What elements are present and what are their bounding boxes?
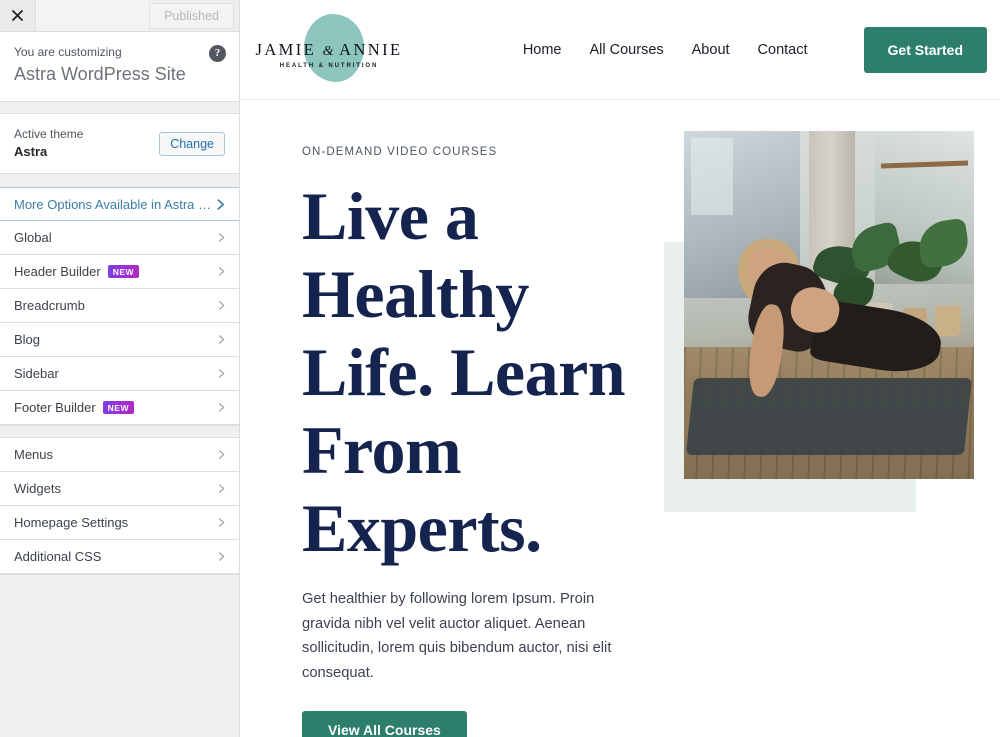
sidebar-item-label: Menus [14, 447, 54, 462]
sidebar-item-label: Breadcrumb [14, 298, 85, 313]
panel-group-wordpress: Menus Widgets Homepage Settings Addition… [0, 438, 239, 574]
sidebar-item-widgets[interactable]: Widgets [0, 472, 239, 506]
panel-group-separator [0, 425, 239, 438]
chevron-right-icon [216, 551, 227, 562]
chevron-right-icon [216, 368, 227, 379]
logo-ampersand: & [322, 43, 334, 59]
sidebar-item-label: Additional CSS [14, 549, 102, 564]
chevron-right-icon [216, 300, 227, 311]
sidebar-item-global[interactable]: Global [0, 221, 239, 255]
chevron-right-icon [214, 198, 227, 211]
logo-text: JAMIE & ANNIE HEALTH & NUTRITION [254, 40, 404, 69]
sidebar-item-label: Blog [14, 332, 41, 347]
customizer-header: You are customizing Astra WordPress Site… [0, 32, 239, 102]
sidebar-item-breadcrumb[interactable]: Breadcrumb [0, 289, 239, 323]
site-header: JAMIE & ANNIE HEALTH & NUTRITION Home Al… [240, 0, 1000, 100]
sidebar-item-label: Footer Builder [14, 399, 96, 415]
astra-pro-label: More Options Available in Astra Pro! [14, 196, 214, 212]
sidebar-item-label: Homepage Settings [14, 515, 129, 530]
sidebar-item-label: Header Builder [14, 263, 101, 279]
chevron-right-icon [216, 266, 227, 277]
chevron-right-icon [216, 449, 227, 460]
site-title: Astra WordPress Site [14, 64, 186, 84]
chevron-right-icon [216, 232, 227, 243]
customizer-topbar: Published [0, 0, 239, 32]
nav-item-contact[interactable]: Contact [758, 42, 808, 58]
hero-heading: Live a Healthy Life. Learn From Experts. [302, 178, 626, 566]
hero-media [664, 131, 984, 737]
topbar-spacer [36, 0, 150, 31]
sidebar-item-label: Global [14, 230, 52, 245]
close-icon[interactable] [0, 0, 36, 31]
nav-item-about[interactable]: About [692, 42, 730, 58]
chevron-right-icon [216, 517, 227, 528]
new-badge: NEW [102, 401, 134, 415]
logo-name: JAMIE & ANNIE [254, 40, 404, 60]
sidebar-item-additional-css[interactable]: Additional CSS [0, 540, 239, 574]
help-icon[interactable]: ? [209, 45, 226, 62]
active-theme-panel: Active theme Astra Change [0, 114, 239, 174]
logo-name-left: JAMIE [255, 39, 317, 59]
sidebar-item-label: Widgets [14, 481, 61, 496]
sidebar-item-sidebar[interactable]: Sidebar [0, 357, 239, 391]
new-badge: NEW [107, 265, 140, 279]
publish-button[interactable]: Published [149, 2, 234, 29]
get-started-button[interactable]: Get Started [863, 26, 987, 73]
logo-name-right: ANNIE [339, 39, 403, 59]
view-all-courses-button[interactable]: View All Courses [302, 711, 467, 737]
panel-group-theme: Global Header Builder NEW Breadcrumb Blog… [0, 221, 239, 425]
main-navigation: Home All Courses About Contact Get Start… [523, 26, 987, 73]
person-figure [725, 235, 945, 437]
nav-item-home[interactable]: Home [523, 42, 562, 58]
sidebar-item-label: Sidebar [14, 366, 59, 381]
sidebar-item-menus[interactable]: Menus [0, 438, 239, 472]
active-theme-name: Astra [14, 144, 48, 159]
sidebar-item-footer-builder[interactable]: Footer Builder NEW [0, 391, 239, 425]
hero-eyebrow: ON-DEMAND VIDEO COURSES [302, 146, 498, 158]
hero-section: ON-DEMAND VIDEO COURSES Live a Healthy L… [240, 100, 1000, 737]
hero-image [684, 131, 974, 479]
chevron-right-icon [216, 402, 227, 413]
hero-content: ON-DEMAND VIDEO COURSES Live a Healthy L… [302, 144, 632, 737]
logo-tagline: HEALTH & NUTRITION [279, 62, 379, 69]
active-theme-label: Active theme [14, 127, 84, 141]
customizer-sidebar: Published You are customizing Astra Word… [0, 0, 240, 737]
sidebar-item-homepage-settings[interactable]: Homepage Settings [0, 506, 239, 540]
sidebar-filler [0, 574, 239, 737]
customizer-app: Published You are customizing Astra Word… [0, 0, 1000, 737]
change-theme-button[interactable]: Change [159, 131, 225, 156]
hero-paragraph: Get healthier by following lorem Ipsum. … [302, 591, 612, 681]
nav-item-all-courses[interactable]: All Courses [590, 42, 664, 58]
sidebar-item-astra-pro[interactable]: More Options Available in Astra Pro! [0, 187, 239, 221]
customizer-panel-list: More Options Available in Astra Pro! Glo… [0, 187, 239, 574]
site-preview: JAMIE & ANNIE HEALTH & NUTRITION Home Al… [240, 0, 1000, 737]
site-logo[interactable]: JAMIE & ANNIE HEALTH & NUTRITION [254, 13, 404, 86]
customizing-label: You are customizing [14, 45, 122, 59]
sidebar-item-header-builder[interactable]: Header Builder NEW [0, 255, 239, 289]
chevron-right-icon [216, 334, 227, 345]
section-gap [0, 102, 239, 114]
section-gap-2 [0, 174, 239, 187]
sidebar-item-blog[interactable]: Blog [0, 323, 239, 357]
chevron-right-icon [216, 483, 227, 494]
